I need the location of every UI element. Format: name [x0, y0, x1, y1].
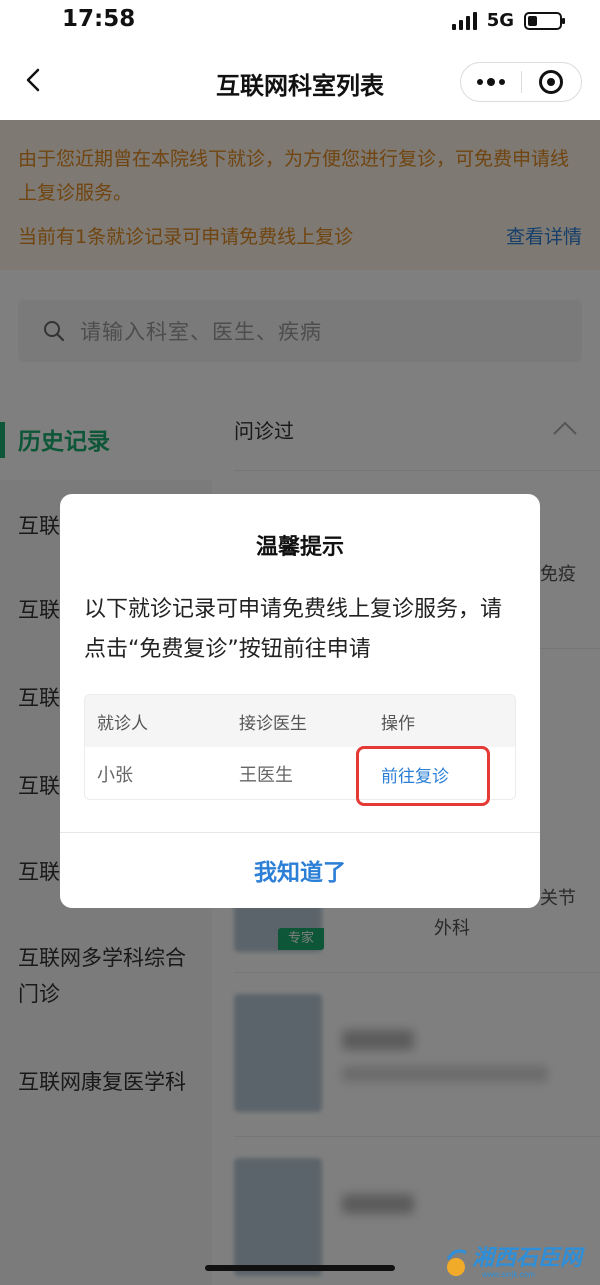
watermark-url: www.sxrjk.com — [481, 1270, 535, 1279]
status-indicators: 5G — [451, 10, 565, 31]
target-circle-icon[interactable] — [522, 70, 582, 94]
watermark-logo: 湘西石臣网 www.sxrjk.com — [446, 1245, 585, 1279]
highlight-annotation — [356, 746, 490, 806]
status-time: 17:58 — [62, 6, 136, 32]
status-bar: 17:58 5G — [0, 0, 600, 44]
column-header: 操作 — [381, 713, 415, 734]
patient-name: 小张 — [97, 765, 133, 786]
mini-program-capsule — [460, 62, 582, 102]
battery-icon — [524, 11, 565, 30]
battery-fill — [528, 15, 537, 26]
signal-icon — [451, 11, 477, 30]
doctor-name: 王医生 — [239, 765, 293, 786]
watermark-text: 湘西石臣网 — [472, 1245, 585, 1271]
network-label: 5G — [486, 10, 514, 31]
tip-dialog: 温馨提示 以下就诊记录可申请免费线上复诊服务，请点击“免费复诊”按钮前往申请 就… — [60, 494, 540, 908]
column-header: 接诊医生 — [239, 713, 307, 734]
nav-bar: 互联网科室列表 — [0, 44, 600, 120]
column-header: 就诊人 — [97, 713, 148, 734]
more-dots-icon[interactable] — [461, 77, 521, 86]
dialog-title: 温馨提示 — [255, 535, 344, 560]
home-indicator — [205, 1265, 395, 1271]
confirm-button[interactable]: 我知道了 — [60, 832, 540, 908]
dialog-message: 以下就诊记录可申请免费线上复诊服务，请点击“免费复诊”按钮前往申请 — [84, 597, 503, 662]
table-header: 就诊人 接诊医生 操作 — [85, 695, 515, 747]
